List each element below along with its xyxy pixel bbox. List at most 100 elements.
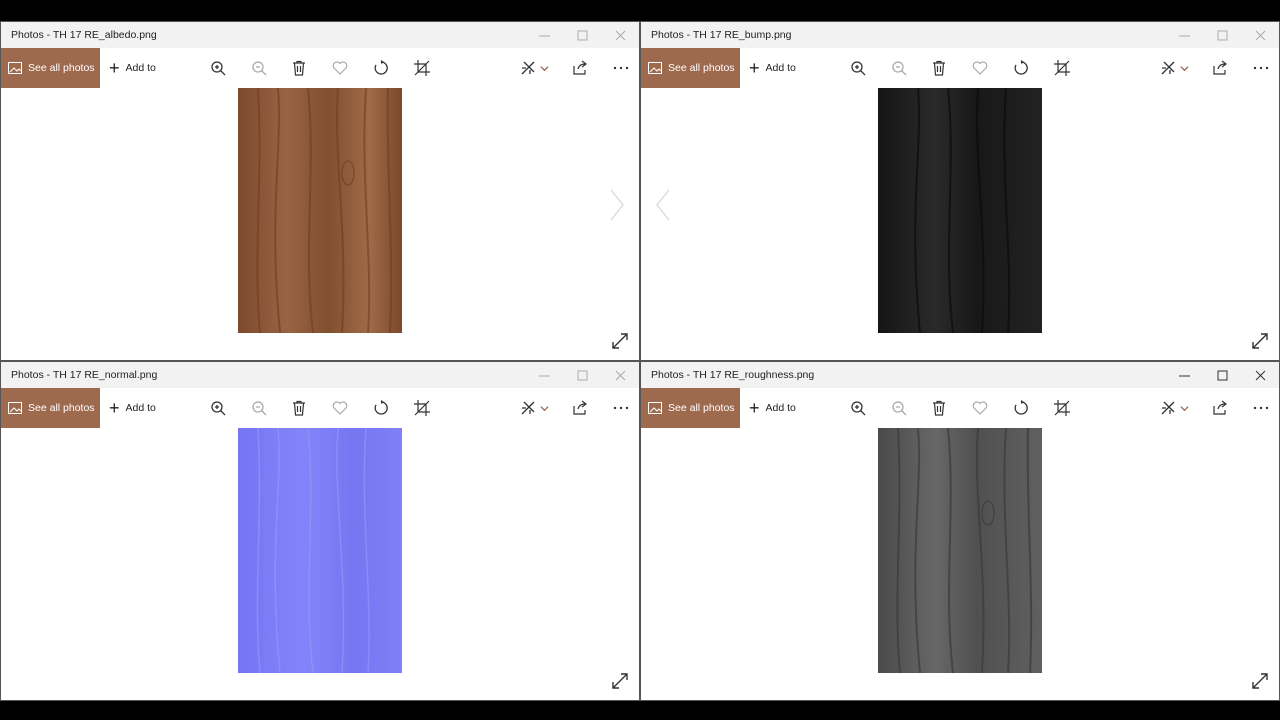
photo-roughness	[878, 428, 1042, 673]
chevron-down-icon[interactable]	[1179, 59, 1189, 77]
add-to-button[interactable]: + Add to	[109, 388, 156, 428]
favorite-icon[interactable]	[971, 399, 989, 417]
maximize-icon[interactable]	[1203, 22, 1241, 48]
crop-icon[interactable]	[413, 59, 431, 77]
more-icon[interactable]	[612, 59, 630, 77]
zoom-in-icon[interactable]	[849, 59, 867, 77]
favorite-icon[interactable]	[971, 59, 989, 77]
expand-icon[interactable]	[611, 672, 629, 690]
see-all-photos-button[interactable]: See all photos	[1, 388, 100, 428]
share-icon[interactable]	[1211, 59, 1229, 77]
close-icon[interactable]	[601, 22, 639, 48]
rotate-icon[interactable]	[1012, 59, 1030, 77]
edit-icon[interactable]	[1159, 59, 1177, 77]
title-bar[interactable]: Photos - TH 17 RE_bump.png	[641, 22, 1279, 48]
see-all-photos-button[interactable]: See all photos	[1, 48, 100, 88]
crop-icon[interactable]	[1053, 59, 1071, 77]
photo-canvas	[1, 428, 639, 700]
photo-normal	[238, 428, 402, 673]
delete-icon[interactable]	[930, 399, 948, 417]
title-bar[interactable]: Photos - TH 17 RE_normal.png	[1, 362, 639, 388]
photos-window-roughness: Photos - TH 17 RE_roughness.png See all …	[640, 361, 1280, 701]
close-icon[interactable]	[601, 362, 639, 388]
rotate-icon[interactable]	[1012, 399, 1030, 417]
photos-window-bump: Photos - TH 17 RE_bump.png See all photo…	[640, 21, 1280, 361]
prev-arrow-icon[interactable]	[653, 188, 673, 222]
photos-icon	[648, 62, 662, 74]
edit-icon[interactable]	[1159, 399, 1177, 417]
add-to-button[interactable]: + Add to	[109, 48, 156, 88]
minimize-icon[interactable]	[1165, 362, 1203, 388]
photo-canvas	[641, 428, 1279, 700]
plus-icon: +	[749, 398, 760, 418]
photo-canvas	[641, 88, 1279, 360]
see-all-photos-label: See all photos	[28, 62, 95, 74]
zoom-in-icon[interactable]	[209, 59, 227, 77]
expand-icon[interactable]	[1251, 332, 1269, 350]
title-bar[interactable]: Photos - TH 17 RE_albedo.png	[1, 22, 639, 48]
next-arrow-icon[interactable]	[607, 188, 627, 222]
favorite-icon[interactable]	[331, 59, 349, 77]
chevron-down-icon[interactable]	[539, 59, 549, 77]
photos-window-albedo: Photos - TH 17 RE_albedo.png See all pho…	[0, 21, 640, 361]
crop-icon[interactable]	[413, 399, 431, 417]
expand-icon[interactable]	[1251, 672, 1269, 690]
more-icon[interactable]	[1252, 59, 1270, 77]
share-icon[interactable]	[1211, 399, 1229, 417]
photos-icon	[8, 402, 22, 414]
more-icon[interactable]	[612, 399, 630, 417]
window-title: Photos - TH 17 RE_normal.png	[11, 369, 158, 381]
close-icon[interactable]	[1241, 22, 1279, 48]
add-to-label: Add to	[765, 62, 796, 74]
see-all-photos-label: See all photos	[28, 402, 95, 414]
minimize-icon[interactable]	[525, 362, 563, 388]
toolbar: See all photos + Add to	[1, 48, 639, 88]
zoom-in-icon[interactable]	[849, 399, 867, 417]
see-all-photos-label: See all photos	[668, 402, 735, 414]
see-all-photos-button[interactable]: See all photos	[641, 388, 740, 428]
title-bar[interactable]: Photos - TH 17 RE_roughness.png	[641, 362, 1279, 388]
zoom-out-icon[interactable]	[890, 399, 908, 417]
toolbar: See all photos + Add to	[641, 388, 1279, 428]
rotate-icon[interactable]	[372, 399, 390, 417]
photo-canvas	[1, 88, 639, 360]
toolbar: See all photos + Add to	[1, 388, 639, 428]
delete-icon[interactable]	[290, 399, 308, 417]
zoom-out-icon[interactable]	[250, 59, 268, 77]
minimize-icon[interactable]	[1165, 22, 1203, 48]
maximize-icon[interactable]	[563, 22, 601, 48]
window-title: Photos - TH 17 RE_bump.png	[651, 29, 792, 41]
share-icon[interactable]	[571, 59, 589, 77]
rotate-icon[interactable]	[372, 59, 390, 77]
delete-icon[interactable]	[290, 59, 308, 77]
edit-icon[interactable]	[519, 399, 537, 417]
add-to-button[interactable]: + Add to	[749, 388, 796, 428]
add-to-button[interactable]: + Add to	[749, 48, 796, 88]
window-title: Photos - TH 17 RE_albedo.png	[11, 29, 157, 41]
maximize-icon[interactable]	[563, 362, 601, 388]
more-icon[interactable]	[1252, 399, 1270, 417]
zoom-in-icon[interactable]	[209, 399, 227, 417]
add-to-label: Add to	[125, 402, 156, 414]
chevron-down-icon[interactable]	[539, 399, 549, 417]
close-icon[interactable]	[1241, 362, 1279, 388]
expand-icon[interactable]	[611, 332, 629, 350]
plus-icon: +	[109, 398, 120, 418]
photos-icon	[8, 62, 22, 74]
plus-icon: +	[749, 58, 760, 78]
crop-icon[interactable]	[1053, 399, 1071, 417]
zoom-out-icon[interactable]	[250, 399, 268, 417]
see-all-photos-button[interactable]: See all photos	[641, 48, 740, 88]
minimize-icon[interactable]	[525, 22, 563, 48]
maximize-icon[interactable]	[1203, 362, 1241, 388]
photos-icon	[648, 402, 662, 414]
share-icon[interactable]	[571, 399, 589, 417]
photo-albedo	[238, 88, 402, 333]
edit-icon[interactable]	[519, 59, 537, 77]
delete-icon[interactable]	[930, 59, 948, 77]
favorite-icon[interactable]	[331, 399, 349, 417]
chevron-down-icon[interactable]	[1179, 399, 1189, 417]
zoom-out-icon[interactable]	[890, 59, 908, 77]
photo-bump	[878, 88, 1042, 333]
plus-icon: +	[109, 58, 120, 78]
